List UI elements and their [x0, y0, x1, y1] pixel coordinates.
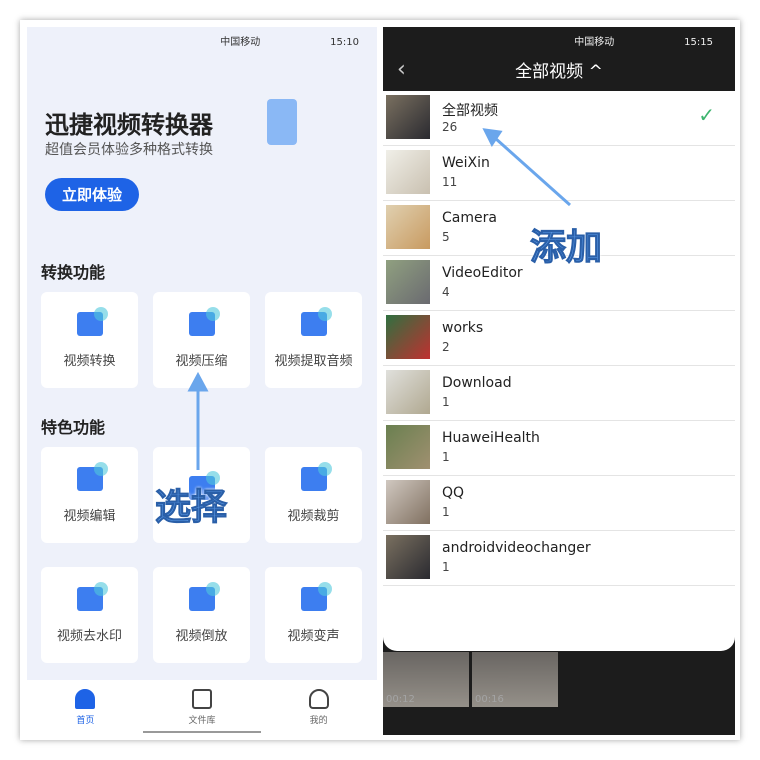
select-annotation: 选择 [154, 487, 228, 529]
annotation-arrows [187, 128, 571, 470]
arrow-head [187, 371, 209, 392]
arrow-line [494, 136, 571, 207]
add-annotation: 添加 [529, 227, 603, 269]
